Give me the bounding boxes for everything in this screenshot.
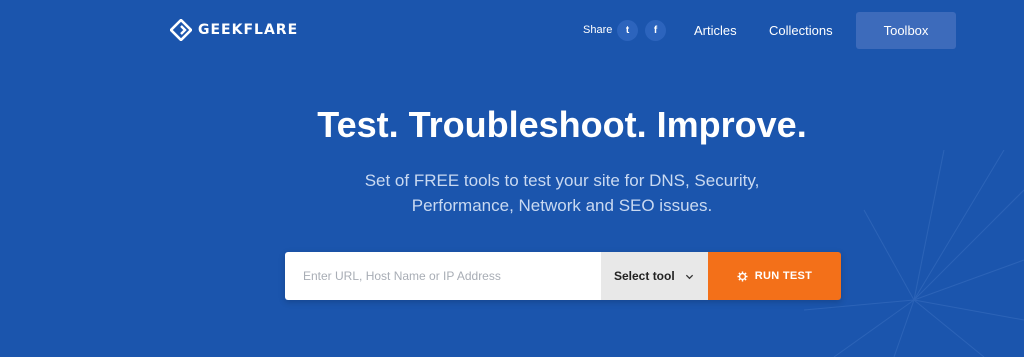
brand-name: GEEKFLARE (198, 22, 299, 38)
url-input[interactable] (285, 252, 601, 300)
share-label: Share (583, 24, 613, 36)
gear-icon (737, 270, 748, 282)
run-test-button[interactable]: RUN TEST (708, 252, 841, 300)
nav-articles-link[interactable]: Articles (694, 23, 737, 38)
hero-subtitle: Set of FREE tools to test your site for … (0, 168, 1024, 218)
brand-logo[interactable]: GEEKFLARE (170, 19, 298, 41)
nav-collections-link[interactable]: Collections (769, 23, 833, 38)
geekflare-logo-icon (170, 19, 192, 41)
facebook-icon[interactable]: f (645, 20, 666, 41)
chevron-down-icon (685, 274, 694, 279)
twitter-icon[interactable]: t (617, 20, 638, 41)
hero-subtitle-line-1: Set of FREE tools to test your site for … (364, 171, 760, 190)
hero-title: Test. Troubleshoot. Improve. (317, 104, 807, 145)
test-form: Select tool RUN TEST (285, 252, 841, 300)
toolbox-button[interactable]: Toolbox (856, 12, 956, 49)
run-test-label: RUN TEST (754, 270, 813, 282)
select-tool-dropdown[interactable]: Select tool (601, 252, 708, 300)
select-tool-label: Select tool (614, 269, 675, 283)
hero-subtitle-line-2: Performance, Network and SEO issues. (411, 196, 713, 215)
